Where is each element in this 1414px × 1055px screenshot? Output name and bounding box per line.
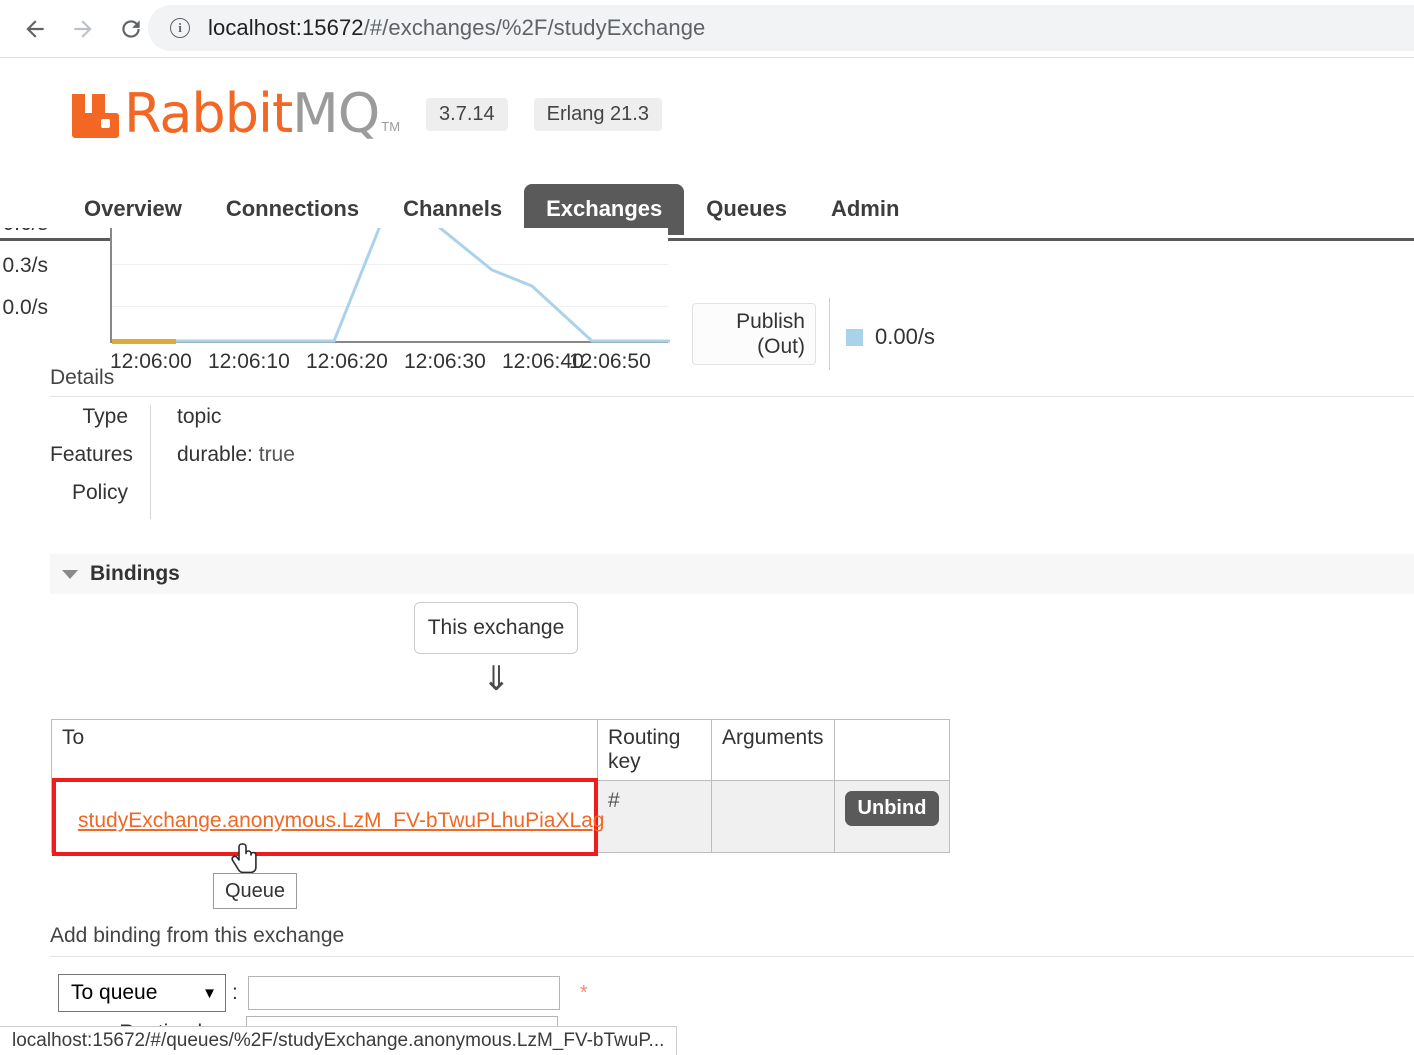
publish-out-label: Publish (Out) [692,303,816,365]
this-exchange-node: This exchange [414,602,578,654]
browser-nav-buttons [14,8,152,50]
browser-chrome: i localhost:15672/#/exchanges/%2F/studyE… [0,0,1414,57]
chart-ytick-1: 0.3/s [2,254,48,277]
queue-tooltip: Queue [213,873,297,909]
feature-val: true [258,443,295,466]
col-header-to: To [51,719,598,781]
details-label: Features [50,443,133,466]
bindings-table-head: To Routing key Arguments [51,719,951,781]
table-row: studyExchange.anonymous.LzM_FV-bTwuPLhuP… [51,778,951,856]
rabbitmq-logo-icon [68,88,120,140]
brand-name-primary: Rabbit [124,82,293,145]
legend-rate-value: 0.00/s [875,324,935,349]
chart-xtick-1: 12:06:10 [208,350,290,373]
chart-plot-area [110,228,670,344]
bindings-table: To Routing key Arguments studyExchange.a… [51,719,951,856]
col-header-actions [833,719,951,781]
brand-name: RabbitMQ [124,87,380,141]
caret-down-icon[interactable] [62,569,78,579]
chart-xtick-0: 12:06:00 [110,350,192,373]
details-row-features: Features durable: true [50,443,295,481]
destination-input[interactable] [247,976,560,1010]
back-button[interactable] [14,8,56,50]
add-binding-rule [50,956,1414,957]
arrow-right-icon [74,20,92,38]
chart-divider [829,298,830,370]
status-bar: localhost:15672/#/queues/%2F/studyExchan… [0,1026,678,1055]
destination-type-value: To queue [71,981,158,1004]
details-rule [50,396,1414,397]
legend-color-swatch [846,328,863,346]
table-header-row: To Routing key Arguments [51,719,951,781]
bindings-section-header[interactable]: Bindings [50,554,1414,594]
details-row-type: Type topic [50,405,295,443]
details-row-policy: Policy [50,481,295,519]
brand-name-secondary: MQ [292,82,380,145]
add-binding-heading: Add binding from this exchange [50,924,345,947]
binding-action-cell: Unbind [833,780,951,853]
address-bar[interactable]: i localhost:15672/#/exchanges/%2F/studyE… [148,5,1414,51]
col-header-routing-key: Routing key [597,719,712,781]
chart-legend: 0.00/s [846,324,935,350]
info-circle-icon[interactable]: i [170,18,190,38]
erlang-version-badge: Erlang 21.3 [533,97,662,131]
binding-queue-link[interactable]: studyExchange.anonymous.LzM_FV-bTwuPLhuP… [78,809,605,833]
bindings-table-body: studyExchange.anonymous.LzM_FV-bTwuPLhuP… [51,778,951,856]
routing-key-value: # [608,789,620,812]
details-heading: Details [50,366,115,389]
details-value: durable: true [151,443,295,467]
address-bar-url: localhost:15672/#/exchanges/%2F/studyExc… [208,15,705,41]
arrow-left-icon [26,20,44,38]
col-header-arguments: Arguments [711,719,835,781]
chevron-down-icon: ▼ [202,984,217,1002]
chart-series-publish-out [112,228,670,343]
publish-out-line2: (Out) [757,335,805,358]
version-badge: 3.7.14 [426,97,508,131]
details-label: Type [82,405,128,428]
binding-arguments-cell [711,780,835,853]
details-label: Policy [71,481,128,504]
unbind-button[interactable]: Unbind [844,791,940,826]
reload-icon [122,20,140,38]
required-marker: * [579,981,588,1004]
chart-xtick-2: 12:06:20 [306,350,388,373]
forward-button[interactable] [62,8,104,50]
details-value: topic [177,405,222,428]
url-path: /#/exchanges/%2F/studyExchange [363,15,706,40]
url-host: localhost:15672 [208,15,364,40]
trademark-mark: TM [381,119,401,134]
rabbitmq-management-page: RabbitMQ TM 3.7.14 Erlang 21.3 Overview … [0,58,1414,1055]
binding-destination-cell: studyExchange.anonymous.LzM_FV-bTwuPLhuP… [51,778,605,856]
chart-xtick-5: 12:06:50 [569,350,651,373]
feature-key: durable: [177,443,253,466]
message-rates-chart: 0.6/s 0.3/s 0.0/s 12:06:00 12:06:10 12:0… [0,228,1414,380]
chart-baseline-segment [112,339,176,344]
brand-header: RabbitMQ TM 3.7.14 Erlang 21.3 [68,87,662,141]
down-arrow-icon: ⇓ [482,659,511,699]
destination-form-row: To queue ▼ : * [58,974,588,1012]
details-separator [150,481,151,519]
chart-ytick-2: 0.0/s [2,296,48,319]
publish-out-line1: Publish [736,310,805,333]
chart-xtick-3: 12:06:30 [404,350,486,373]
destination-colon: : [232,981,238,1004]
binding-routing-key-cell: # [597,780,712,853]
destination-type-select[interactable]: To queue ▼ [58,974,226,1012]
reload-button[interactable] [110,8,152,50]
bindings-heading: Bindings [90,562,180,585]
chart-ytick-0: 0.6/s [0,228,48,236]
details-table: Type topic Features durable: true Policy [50,405,295,519]
